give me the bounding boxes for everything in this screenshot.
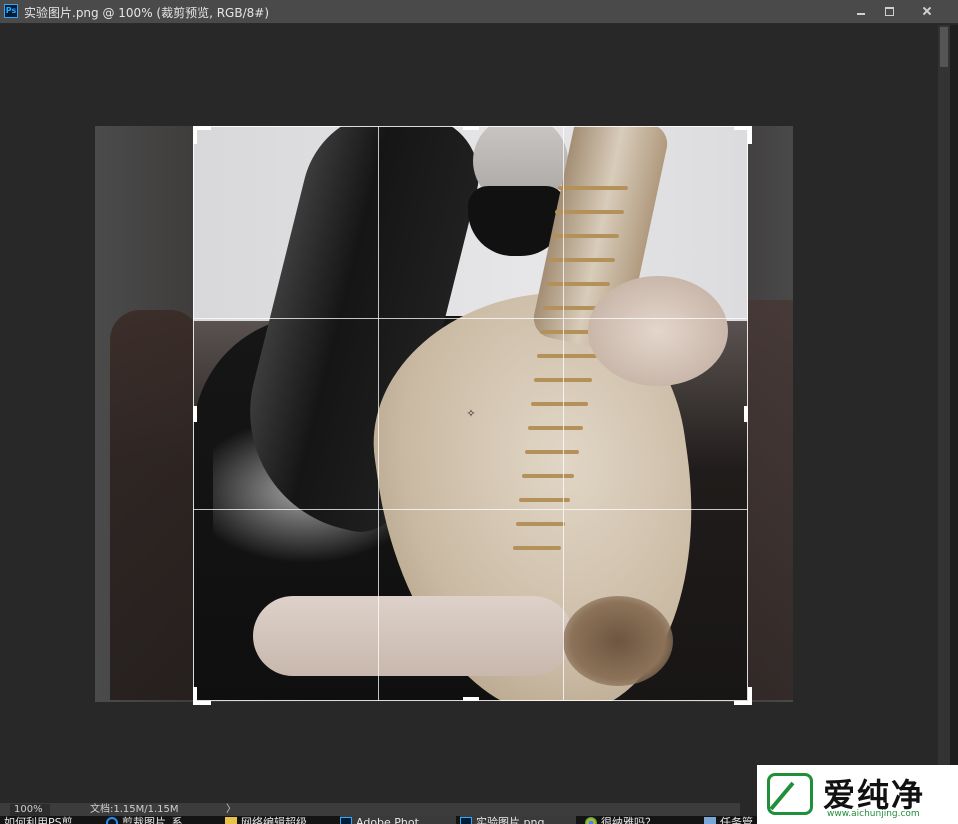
folder-icon: [225, 817, 237, 824]
document-size-info: 文档:1.15M/1.15M: [90, 804, 179, 815]
ie-icon: [106, 817, 118, 824]
taskbar-item[interactable]: 剪裁图片_系: [106, 816, 216, 824]
chair-shadow-left: [110, 310, 200, 700]
taskbar-item[interactable]: 任务管: [704, 816, 758, 824]
chair-shadow-right: [748, 300, 793, 700]
taskbar-item-label: 网络编辑超级: [241, 816, 307, 824]
crop-handle-bottom-left[interactable]: [193, 687, 211, 705]
taskbar-item-label: Adobe Phot: [356, 816, 419, 824]
crop-handle-right[interactable]: [744, 406, 748, 422]
zoom-level-field[interactable]: 100%: [10, 804, 50, 816]
crop-handle-left[interactable]: [193, 406, 197, 422]
window-edge: [950, 25, 958, 803]
taskbar-item-label: 如何利用PS剪: [4, 816, 73, 824]
watermark-url: www.aichunjing.com: [827, 809, 920, 819]
status-menu-arrow[interactable]: 〉: [226, 803, 236, 817]
vertical-scrollbar[interactable]: [938, 25, 950, 803]
crop-handle-top-left[interactable]: [193, 126, 211, 144]
document-title-bar[interactable]: Ps 实验图片.png @ 100% (裁剪预览, RGB/8#): [0, 0, 958, 24]
chrome-icon: [585, 817, 597, 824]
crop-handle-top[interactable]: [463, 126, 479, 130]
taskbar-item-label: 剪裁图片_系: [122, 816, 183, 824]
taskbar-item[interactable]: 很纳雅吗？: [585, 816, 695, 824]
minimize-button[interactable]: [848, 2, 874, 20]
crop-pivot-icon[interactable]: ✧: [465, 408, 477, 420]
close-button[interactable]: [912, 2, 942, 20]
taskbar-item[interactable]: 实验图片.png: [460, 816, 576, 824]
watermark-logo: 爱纯净 www.aichunjing.com: [757, 765, 958, 824]
status-bar: 100% 文档:1.15M/1.15M 〉: [0, 803, 740, 817]
crop-handle-bottom-right[interactable]: [734, 687, 752, 705]
crop-handle-bottom[interactable]: [463, 697, 479, 701]
crop-handle-top-right[interactable]: [734, 126, 752, 144]
taskbar-item[interactable]: Adobe Phot: [340, 816, 456, 824]
document-tab-title: 实验图片.png @ 100% (裁剪预览, RGB/8#): [24, 6, 269, 20]
taskbar-item[interactable]: 网络编辑超级: [225, 816, 333, 824]
taskbar-item-label: 任务管: [720, 816, 753, 824]
scrollbar-thumb[interactable]: [940, 27, 948, 67]
watermark-icon: [767, 773, 813, 815]
ps-icon: [340, 817, 352, 824]
ps-icon: [460, 817, 472, 824]
taskbar-item[interactable]: 如何利用PS剪: [4, 816, 96, 824]
taskbar-item-label: 实验图片.png: [476, 816, 545, 824]
task-manager-icon: [704, 817, 716, 824]
maximize-button[interactable]: [876, 2, 902, 20]
ps-icon: Ps: [4, 4, 18, 18]
taskbar-item-label: 很纳雅吗？: [601, 816, 656, 824]
